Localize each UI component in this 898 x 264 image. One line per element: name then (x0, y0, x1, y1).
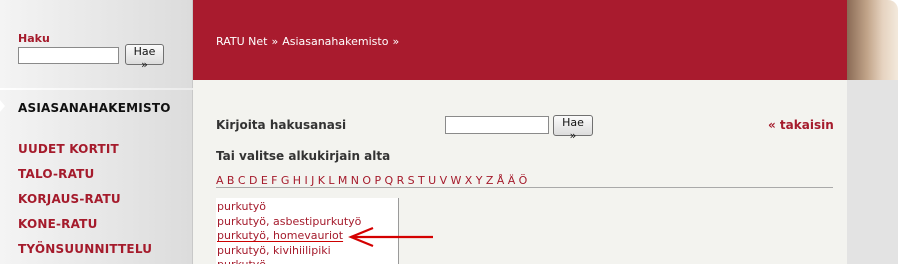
main-content: Kirjoita hakusanasi Hae » « takaisin Tai… (193, 80, 847, 264)
sidebar: Haku Hae » ASIASANAHAKEMISTO UUDET KORTI… (0, 0, 193, 264)
alphabet-letter[interactable]: H (293, 174, 301, 187)
alphabet-letter[interactable]: J (311, 174, 314, 187)
alphabet-letter[interactable]: A (216, 174, 224, 187)
sidebar-item-uudet-kortit[interactable]: UUDET KORTIT (18, 142, 119, 156)
alphabet-letter[interactable]: W (450, 174, 461, 187)
alphabet-letter[interactable]: R (397, 174, 405, 187)
breadcrumb-separator: » (392, 35, 400, 48)
sidebar-search-input[interactable] (18, 47, 119, 64)
red-arrow-left-icon (348, 226, 433, 248)
sidebar-item-tyonsuunnittelu[interactable]: TYÖNSUUNNITTELU (18, 242, 152, 256)
alphabet-letter[interactable]: Ä (508, 174, 516, 187)
alphabet-letter[interactable]: F (271, 174, 277, 187)
sidebar-item-asiasanahakemisto[interactable]: ASIASANAHAKEMISTO (18, 101, 171, 115)
result-item[interactable]: purkutyö, ... (216, 258, 398, 264)
alphabet-letter[interactable]: X (465, 174, 473, 187)
back-link[interactable]: « takaisin (768, 118, 834, 132)
alphabet-letter[interactable]: V (440, 174, 448, 187)
alphabet-letter[interactable]: L (328, 174, 334, 187)
alphabet-letter[interactable]: I (304, 174, 307, 187)
alphabet-index: ABCDEFGHIJKLMNOPQRSTUVWXYZÅÄÖ (216, 174, 833, 187)
sidebar-search-label: Haku (18, 32, 50, 45)
alphabet-letter[interactable]: K (318, 174, 325, 187)
alphabet-letter[interactable]: U (428, 174, 436, 187)
alphabet-letter[interactable]: D (249, 174, 257, 187)
breadcrumb: RATU Net» Asiasanahakemisto» (216, 35, 403, 48)
alphabet-letter[interactable]: Ö (519, 174, 528, 187)
alphabet-letter[interactable]: E (261, 174, 268, 187)
alphabet-letter[interactable]: Å (497, 174, 505, 187)
alphabet-letter[interactable]: S (408, 174, 415, 187)
alphabet-letter[interactable]: G (281, 174, 290, 187)
search-prompt-label: Kirjoita hakusanasi (216, 118, 347, 132)
alphabet-letter[interactable]: Z (486, 174, 494, 187)
alphabet-letter[interactable]: P (374, 174, 381, 187)
alphabet-letter[interactable]: M (338, 174, 348, 187)
breadcrumb-separator: » (271, 35, 279, 48)
sidebar-search-button[interactable]: Hae » (125, 44, 164, 71)
alphabet-prompt-label: Tai valitse alkukirjain alta (216, 149, 391, 163)
breadcrumb-ratu-net[interactable]: RATU Net (216, 35, 267, 48)
header-photo (847, 0, 898, 80)
alphabet-letter[interactable]: Y (476, 174, 483, 187)
keyword-search-button[interactable]: Hae » (553, 115, 593, 142)
alphabet-letter[interactable]: C (238, 174, 246, 187)
sidebar-divider (0, 88, 193, 90)
alphabet-letter[interactable]: Q (385, 174, 394, 187)
alphabet-letter[interactable]: B (227, 174, 235, 187)
right-gutter (847, 80, 898, 264)
sidebar-item-korjaus-ratu[interactable]: KORJAUS-RATU (18, 192, 121, 206)
alphabet-letter[interactable]: O (362, 174, 371, 187)
sidebar-item-kone-ratu[interactable]: KONE-RATU (18, 217, 98, 231)
sidebar-item-talo-ratu[interactable]: TALO-RATU (18, 167, 95, 181)
keyword-search-input[interactable] (445, 116, 549, 134)
alphabet-divider (216, 187, 833, 188)
header-banner: RATU Net» Asiasanahakemisto» (193, 0, 847, 80)
breadcrumb-asiasanahakemisto[interactable]: Asiasanahakemisto (282, 35, 388, 48)
active-indicator-icon (0, 100, 5, 112)
alphabet-letter[interactable]: N (351, 174, 359, 187)
alphabet-letter[interactable]: T (418, 174, 425, 187)
result-item[interactable]: purkutyö (216, 200, 398, 215)
